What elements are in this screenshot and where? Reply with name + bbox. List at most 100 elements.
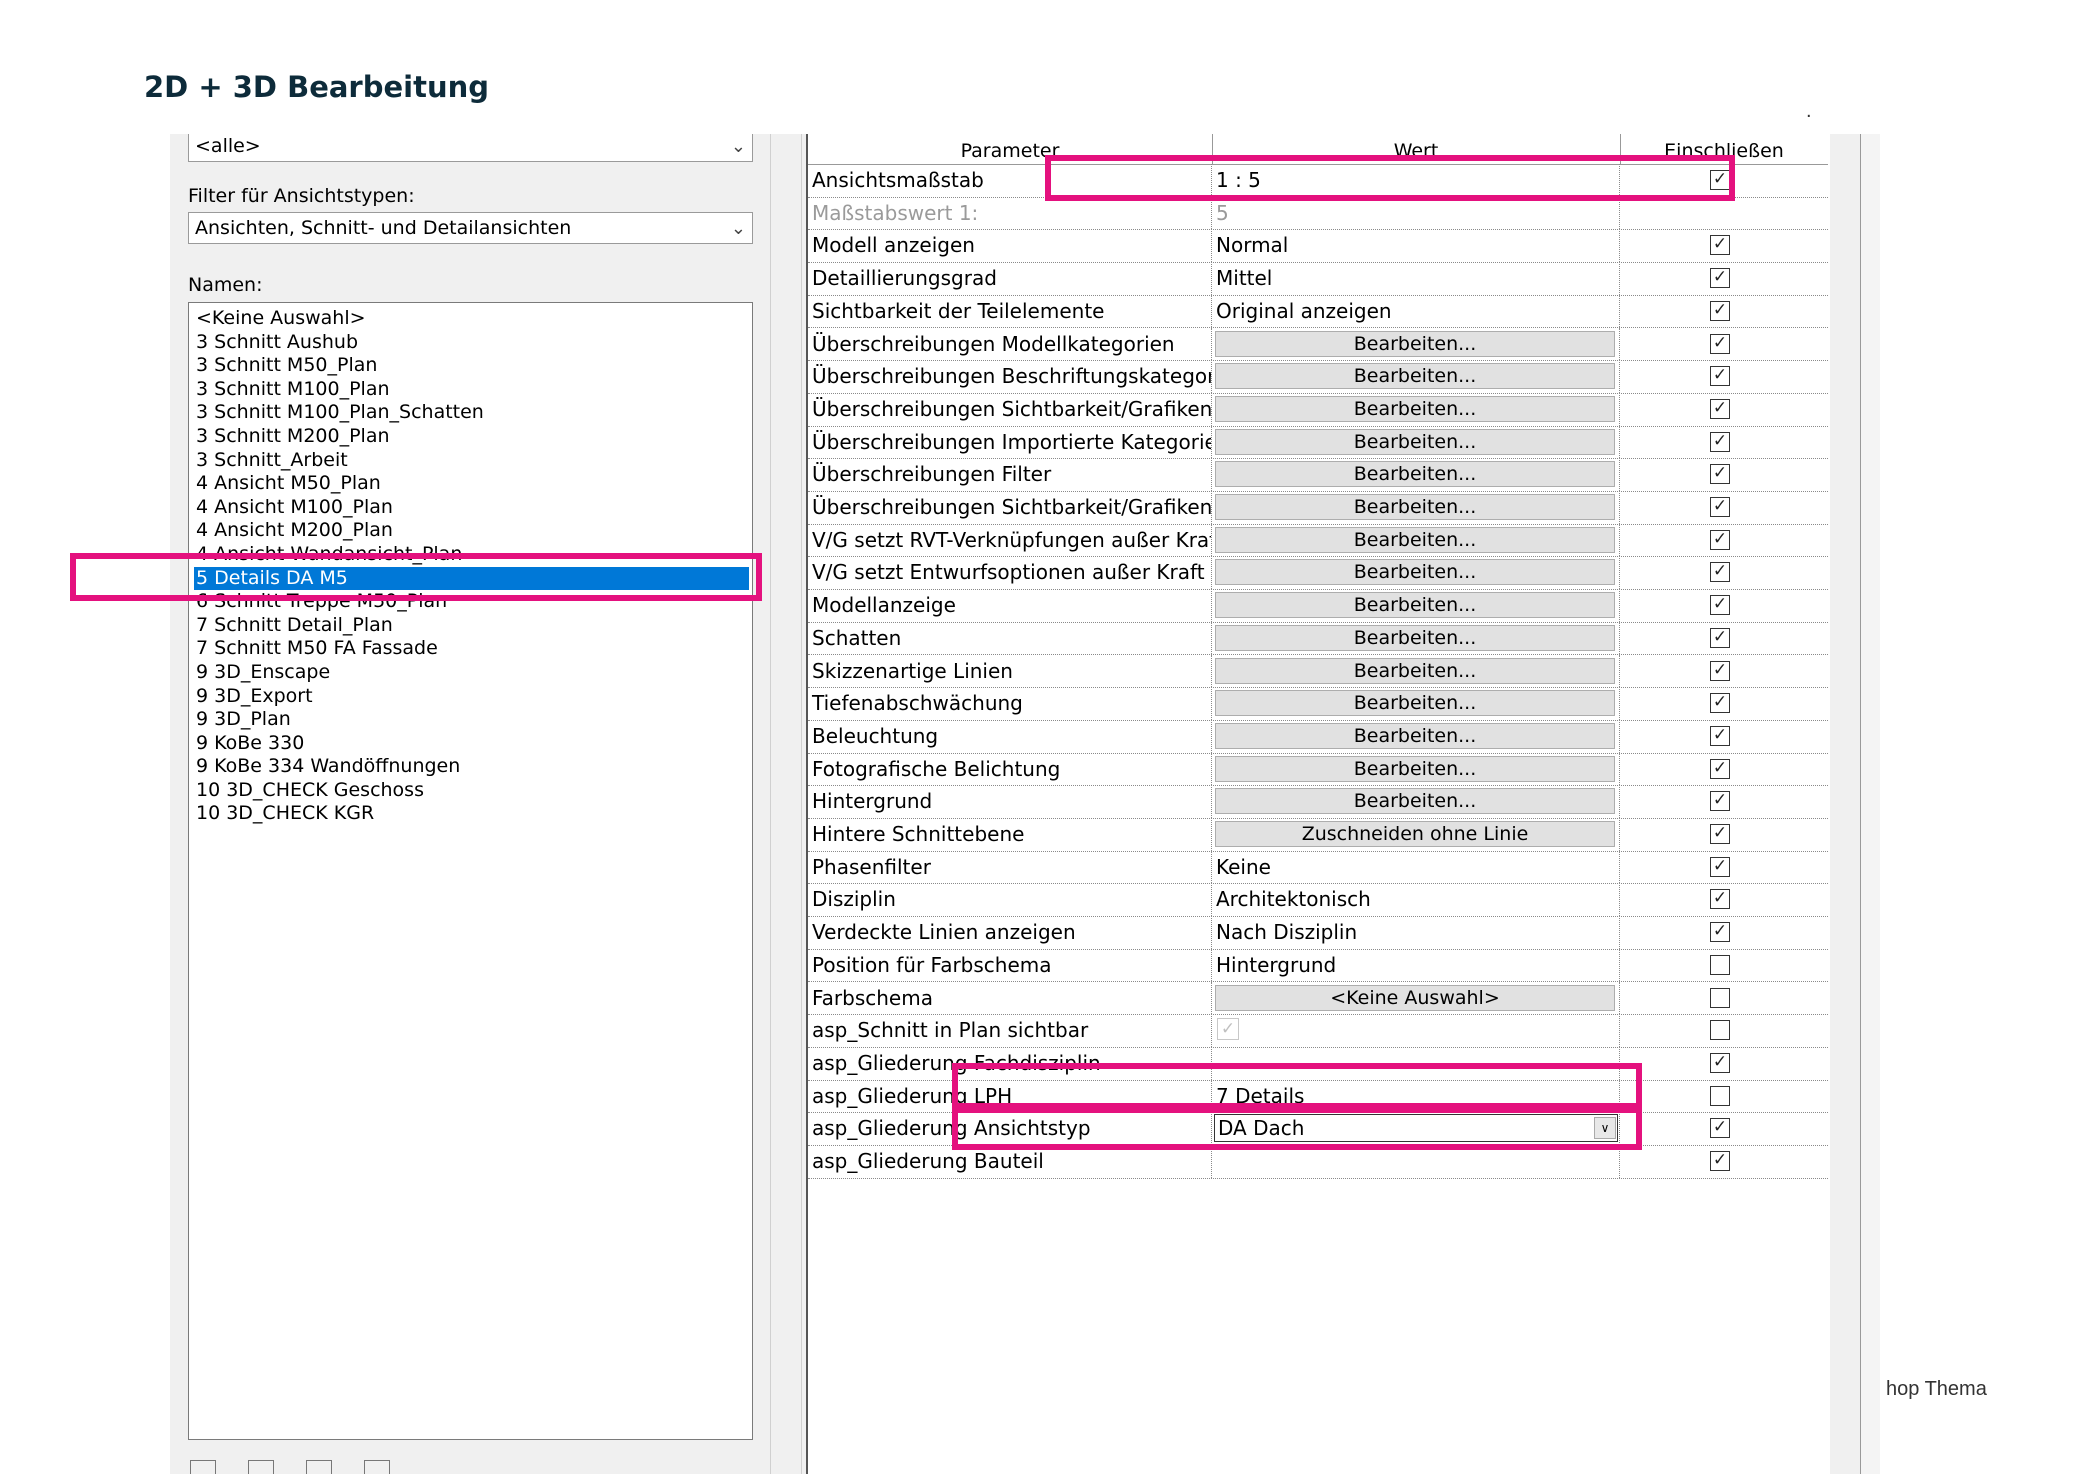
panel-splitter[interactable] (770, 134, 802, 1474)
list-item[interactable]: 9 3D_Export (194, 685, 752, 709)
parameter-value-cell[interactable]: Bearbeiten... (1212, 687, 1620, 720)
include-checkbox[interactable]: ✓ (1710, 1052, 1730, 1073)
parameter-value[interactable]: Hintergrund (1212, 948, 1620, 982)
include-checkbox[interactable]: ✓ (1710, 922, 1730, 943)
parameter-value-cell[interactable]: Bearbeiten... (1212, 360, 1620, 393)
edit-button[interactable]: Bearbeiten... (1215, 363, 1615, 390)
parameter-value-cell[interactable]: Bearbeiten... (1212, 523, 1620, 557)
parameter-value[interactable] (1212, 1046, 1620, 1080)
list-item[interactable]: 9 3D_Plan (194, 708, 752, 732)
parameter-value-cell[interactable]: Zuschneiden ohne Linie (1212, 818, 1620, 851)
edit-button[interactable]: Bearbeiten... (1215, 624, 1615, 651)
duplicate-icon[interactable] (190, 1460, 216, 1474)
parameter-value[interactable]: Original anzeigen (1212, 294, 1620, 328)
value-dropdown[interactable]: DA Dach ∨ (1214, 1114, 1618, 1143)
list-item[interactable]: 3 Schnitt M100_Plan (194, 378, 752, 402)
edit-button[interactable]: Bearbeiten... (1215, 722, 1615, 749)
chevron-down-icon[interactable]: ∨ (1594, 1117, 1616, 1140)
parameter-value[interactable]: Architektonisch (1212, 883, 1620, 917)
parameter-value-cell[interactable]: Bearbeiten... (1212, 425, 1620, 459)
edit-button[interactable]: Bearbeiten... (1215, 461, 1615, 488)
parameter-value-cell[interactable]: ✓ (1212, 1014, 1620, 1047)
parameter-value[interactable]: Nach Disziplin (1212, 916, 1620, 949)
edit-button[interactable]: Bearbeiten... (1215, 559, 1615, 586)
column-header-parameter[interactable]: Parameter (808, 134, 1213, 164)
list-item[interactable]: 3 Schnitt_Arbeit (194, 449, 752, 473)
list-item[interactable]: 7 Schnitt Detail_Plan (194, 614, 752, 638)
parameter-value[interactable]: 5 (1212, 196, 1620, 230)
parameter-value[interactable] (1212, 1145, 1620, 1178)
edit-button[interactable]: Bearbeiten... (1215, 330, 1615, 357)
include-checkbox[interactable]: ✓ (1710, 856, 1730, 877)
list-item[interactable]: 6 Schnitt Treppe M50_Plan (194, 590, 752, 614)
list-item[interactable]: 4 Ansicht M200_Plan (194, 519, 752, 543)
list-item[interactable]: 3 Schnitt Aushub (194, 331, 752, 355)
parameter-value-cell[interactable]: Bearbeiten... (1212, 392, 1620, 426)
parameter-value-cell[interactable]: Bearbeiten... (1212, 556, 1620, 590)
new-icon[interactable] (364, 1460, 390, 1474)
include-checkbox[interactable]: ✓ (1710, 170, 1730, 190)
include-checkbox[interactable]: ✓ (1710, 595, 1730, 616)
include-checkbox[interactable]: ✓ (1710, 824, 1730, 844)
rename-icon[interactable] (248, 1460, 274, 1474)
include-checkbox[interactable]: ✓ (1710, 333, 1730, 354)
include-checkbox[interactable]: ✓ (1710, 1151, 1730, 1171)
edit-button[interactable]: Bearbeiten... (1215, 526, 1615, 553)
include-checkbox[interactable]: ✓ (1710, 660, 1730, 681)
edit-button[interactable]: Bearbeiten... (1215, 690, 1615, 717)
list-item[interactable]: 3 Schnitt M50_Plan (194, 354, 752, 378)
include-checkbox[interactable]: ✓ (1710, 791, 1730, 812)
include-checkbox[interactable]: ✓ (1710, 725, 1730, 746)
edit-button[interactable]: Bearbeiten... (1215, 494, 1615, 520)
include-checkbox[interactable]: ✓ (1710, 235, 1730, 256)
include-checkbox[interactable]: ✓ (1710, 464, 1730, 485)
names-list[interactable]: <Keine Auswahl> 3 Schnitt Aushub 3 Schnitt… (188, 302, 753, 1440)
edit-button[interactable]: Bearbeiten... (1215, 657, 1615, 684)
include-checkbox[interactable] (1710, 1085, 1730, 1106)
parameter-value-cell[interactable]: Bearbeiten... (1212, 719, 1620, 753)
edit-button[interactable]: Zuschneiden ohne Linie (1215, 821, 1615, 847)
include-checkbox[interactable] (1710, 954, 1730, 975)
parameter-value-cell[interactable]: Bearbeiten... (1212, 589, 1620, 622)
parameter-value[interactable]: Mittel (1212, 262, 1620, 295)
view-type-filter-combo[interactable]: Ansichten, Schnitt- und Detailansichten … (188, 212, 753, 244)
edit-button[interactable]: <Keine Auswahl> (1215, 984, 1615, 1011)
parameter-value-cell[interactable]: DA Dach ∨ (1212, 1112, 1620, 1145)
include-checkbox[interactable]: ✓ (1710, 300, 1730, 321)
include-checkbox[interactable] (1710, 987, 1730, 1008)
list-item[interactable]: 9 KoBe 330 (194, 732, 752, 756)
column-header-include[interactable]: Einschließen (1620, 134, 1828, 164)
parameter-value[interactable]: Normal (1212, 229, 1620, 263)
parameter-value[interactable]: 1 : 5 (1212, 164, 1620, 197)
edit-button[interactable]: Bearbeiten... (1215, 428, 1615, 455)
parameter-value-cell[interactable]: <Keine Auswahl> (1212, 981, 1620, 1015)
include-checkbox[interactable] (1710, 1020, 1730, 1041)
list-item[interactable]: 4 Ansicht Wandansicht_Plan (194, 543, 752, 567)
list-item[interactable]: 3 Schnitt M200_Plan (194, 425, 752, 449)
include-checkbox[interactable]: ✓ (1710, 431, 1730, 452)
parameter-value-cell[interactable]: Bearbeiten... (1212, 491, 1620, 524)
edit-button[interactable]: Bearbeiten... (1215, 755, 1615, 782)
include-checkbox[interactable]: ✓ (1710, 366, 1730, 387)
include-checkbox[interactable]: ✓ (1710, 1118, 1730, 1139)
include-checkbox[interactable]: ✓ (1710, 562, 1730, 583)
parameter-value-cell[interactable]: Bearbeiten... (1212, 785, 1620, 818)
include-checkbox[interactable]: ✓ (1710, 693, 1730, 714)
list-item[interactable]: 4 Ansicht M50_Plan (194, 472, 752, 496)
include-checkbox[interactable]: ✓ (1710, 889, 1730, 910)
include-checkbox[interactable]: ✓ (1710, 398, 1730, 419)
edit-button[interactable]: Bearbeiten... (1215, 395, 1615, 422)
category-combo[interactable]: <alle> ⌄ (188, 134, 753, 162)
include-checkbox[interactable]: ✓ (1710, 529, 1730, 550)
parameter-value[interactable]: 7 Details (1212, 1079, 1620, 1113)
include-checkbox[interactable]: ✓ (1710, 627, 1730, 648)
vertical-scrollbar[interactable] (1860, 134, 1880, 1474)
parameter-value-cell[interactable]: Bearbeiten... (1212, 327, 1620, 361)
parameter-value-cell[interactable]: Bearbeiten... (1212, 654, 1620, 688)
parameter-value-cell[interactable]: Bearbeiten... (1212, 752, 1620, 786)
list-item[interactable]: 10 3D_CHECK Geschoss (194, 779, 752, 803)
parameter-value-cell[interactable]: Bearbeiten... (1212, 621, 1620, 655)
edit-button[interactable]: Bearbeiten... (1215, 788, 1615, 815)
list-item[interactable]: 5 Details DA M5 (194, 566, 749, 591)
include-checkbox[interactable]: ✓ (1710, 497, 1730, 517)
